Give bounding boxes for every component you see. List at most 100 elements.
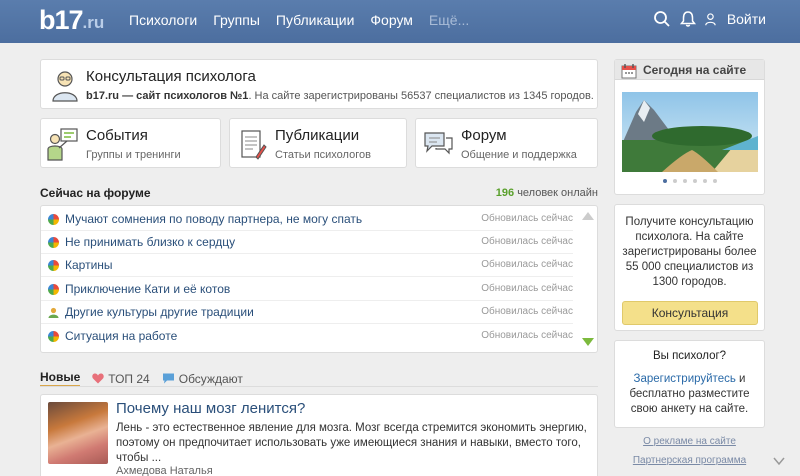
forum-topic-title[interactable]: Ситуация на работе <box>65 329 177 343</box>
forum-topic-title[interactable]: Не принимать близко к сердцу <box>65 235 235 249</box>
site-logo[interactable]: b17 .ru <box>39 6 104 34</box>
tabs-divider <box>40 386 598 387</box>
tab-new[interactable]: Новые <box>40 370 81 387</box>
slide-dot[interactable] <box>662 179 667 183</box>
forum-topic-title[interactable]: Картины <box>65 258 113 272</box>
tile-publications-subtitle: Статьи психологов <box>275 149 371 161</box>
chat-icon <box>424 132 453 155</box>
tile-forum-subtitle: Общение и поддержка <box>461 149 577 161</box>
author-photo[interactable] <box>48 402 108 464</box>
tab-top24[interactable]: ТОП 24 <box>92 371 150 386</box>
forum-topic[interactable]: Приключение Кати и её котов Обновилась с… <box>41 278 573 301</box>
registration-stats: . На сайте зарегистрированы 56537 специа… <box>248 90 594 102</box>
nav-forum[interactable]: Форум <box>370 11 413 29</box>
user-icon[interactable] <box>705 10 719 28</box>
login-link[interactable]: Войти <box>727 11 766 27</box>
psychologist-signup: Вы психолог? Зарегистрируйтесь и бесплат… <box>614 340 765 428</box>
tile-publications-title: Публикации <box>275 127 360 144</box>
tab-top24-label: ТОП 24 <box>108 371 150 386</box>
psychologist-icon <box>52 71 78 102</box>
psych-text: Зарегистрируйтесь и бесплатно разместите… <box>621 372 758 417</box>
consultation-banner[interactable]: Консультация психолога b17.ru — сайт пси… <box>40 59 598 109</box>
tile-publications[interactable]: Публикации Статьи психологов <box>229 118 407 168</box>
forum-topic-status: Обновилась сейчас <box>481 213 573 224</box>
bell-icon[interactable] <box>679 10 697 28</box>
forum-topic-status: Обновилась сейчас <box>481 236 573 247</box>
header-actions: Войти <box>653 10 766 28</box>
tab-discussed[interactable]: Обсуждают <box>162 372 243 386</box>
chevron-down-icon[interactable] <box>773 455 785 467</box>
today-slide-image[interactable] <box>622 92 758 172</box>
slide-dot[interactable] <box>692 179 697 183</box>
forum-topic-title[interactable]: Приключение Кати и её котов <box>65 282 230 296</box>
online-counter: 196 человек онлайн <box>496 187 598 199</box>
tile-forum-title: Форум <box>461 127 507 144</box>
online-label: человек онлайн <box>517 187 598 199</box>
color-dot-icon <box>48 284 59 295</box>
forum-topic-status: Обновилась сейчас <box>481 259 573 270</box>
top-navigation-bar: b17 .ru Психологи Группы Публикации Форум… <box>0 0 800 43</box>
slide-dot[interactable] <box>702 179 707 183</box>
nav-more[interactable]: Ещё... <box>429 11 469 29</box>
nav-groups[interactable]: Группы <box>213 11 260 29</box>
person-icon <box>48 307 59 318</box>
tile-forum[interactable]: Форум Общение и поддержка <box>415 118 598 168</box>
partner-program-link[interactable]: Партнерская программа <box>614 455 765 466</box>
forum-topic-status: Обновилась сейчас <box>481 306 573 317</box>
forum-topic[interactable]: Не принимать близко к сердцу Обновилась … <box>41 231 573 254</box>
slide-dot[interactable] <box>682 179 687 183</box>
scroll-up-arrow[interactable] <box>582 212 594 220</box>
document-icon <box>241 130 267 160</box>
online-count: 196 <box>495 187 515 199</box>
tile-events[interactable]: События Группы и тренинги <box>40 118 221 168</box>
forum-section-title: Сейчас на форуме <box>40 186 151 200</box>
calendar-icon <box>621 64 637 79</box>
color-dot-icon <box>48 260 59 271</box>
comment-icon <box>162 373 174 384</box>
forum-topic[interactable]: Другие культуры другие традиции Обновила… <box>41 301 573 324</box>
slide-dot[interactable] <box>712 179 717 183</box>
forum-topic[interactable]: Ситуация на работе Обновилась сейчас <box>41 325 573 348</box>
tile-events-title: События <box>86 127 148 144</box>
nav-publications[interactable]: Публикации <box>276 11 354 29</box>
site-tagline: b17.ru — сайт психологов №1 <box>86 90 249 102</box>
article-author[interactable]: Ахмедова Наталья <box>116 465 213 476</box>
heart-icon <box>92 373 105 384</box>
forum-topic-status: Обновилась сейчас <box>481 330 573 341</box>
slide-indicator <box>615 179 764 183</box>
main-nav: Психологи Группы Публикации Форум Ещё... <box>129 11 485 29</box>
forum-topic-status: Обновилась сейчас <box>481 283 573 294</box>
tab-discussed-label: Обсуждают <box>178 371 243 386</box>
consultation-title: Консультация психолога <box>86 68 256 85</box>
article-card[interactable]: Почему наш мозг ленится? Лень - это есте… <box>40 394 598 476</box>
scroll-down-arrow[interactable] <box>582 338 594 346</box>
promo-text: Получите консультацию психолога. На сайт… <box>622 216 757 288</box>
color-dot-icon <box>48 214 59 225</box>
nav-psychologists[interactable]: Психологи <box>129 11 197 29</box>
consultation-promo: Получите консультацию психолога. На сайт… <box>614 204 765 331</box>
today-widget: Сегодня на сайте <box>614 59 765 195</box>
forum-topic[interactable]: Картины Обновилась сейчас <box>41 254 573 277</box>
search-icon[interactable] <box>653 10 671 28</box>
tab-new-label: Новые <box>40 370 81 384</box>
presenter-icon <box>47 128 78 161</box>
forum-topic-list: Мучают сомнения по поводу партнера, не м… <box>40 205 598 353</box>
forum-topic-title[interactable]: Мучают сомнения по поводу партнера, не м… <box>65 212 362 226</box>
feed-tabs: Новые ТОП 24 Обсуждают <box>40 370 255 387</box>
forum-topic-title[interactable]: Другие культуры другие традиции <box>65 305 254 319</box>
logo-suffix: .ru <box>82 13 105 32</box>
tile-events-subtitle: Группы и тренинги <box>86 149 181 161</box>
consultation-description: b17.ru — сайт психологов №1. На сайте за… <box>86 90 594 102</box>
consultation-button[interactable]: Консультация <box>622 301 758 325</box>
advertising-link[interactable]: О рекламе на сайте <box>614 436 765 447</box>
register-link[interactable]: Зарегистрируйтесь <box>634 373 736 385</box>
slide-dot[interactable] <box>672 179 677 183</box>
article-title[interactable]: Почему наш мозг ленится? <box>116 400 305 417</box>
logo-main: b17 <box>39 5 84 35</box>
psych-question: Вы психолог? <box>652 350 727 362</box>
color-dot-icon <box>48 331 59 342</box>
article-excerpt: Лень - это естественное явление для мозг… <box>116 422 587 464</box>
color-dot-icon <box>48 237 59 248</box>
today-header: Сегодня на сайте <box>615 60 764 80</box>
forum-topic[interactable]: Мучают сомнения по поводу партнера, не м… <box>41 208 573 231</box>
